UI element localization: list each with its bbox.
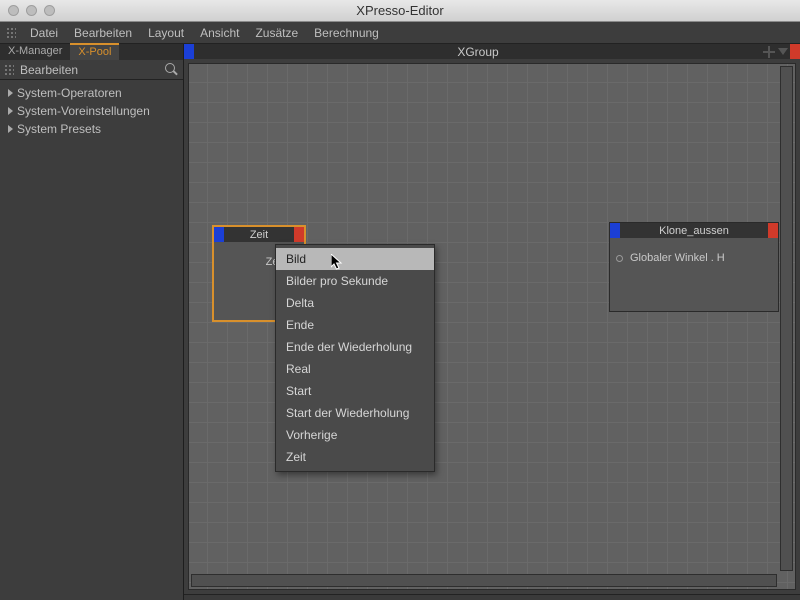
context-menu-item[interactable]: Real [276, 358, 434, 380]
context-menu-item[interactable]: Delta [276, 292, 434, 314]
menu-item[interactable]: Berechnung [306, 23, 387, 43]
context-menu-item[interactable]: Bild [276, 248, 434, 270]
node-input-bar[interactable] [610, 223, 620, 238]
window-title: XPresso-Editor [0, 3, 800, 18]
bottom-strip [184, 594, 800, 600]
menubar: DateiBearbeitenLayoutAnsichtZusätzeBerec… [0, 22, 800, 44]
node-output-bar[interactable] [768, 223, 778, 238]
node-output-bar[interactable] [294, 227, 304, 242]
context-menu-item[interactable]: Zeit [276, 446, 434, 468]
vertical-scrollbar[interactable] [780, 66, 793, 571]
context-menu-item[interactable]: Vorherige [276, 424, 434, 446]
node-input-bar[interactable] [214, 227, 224, 242]
node-title: Klone_aussen [620, 225, 768, 237]
sidebar-tabs: X-Manager X-Pool [0, 44, 183, 60]
caret-right-icon[interactable] [8, 89, 13, 97]
tree-item-label: System-Operatoren [17, 86, 122, 100]
context-menu-item[interactable]: Bilder pro Sekunde [276, 270, 434, 292]
node-title: Zeit [224, 229, 294, 241]
sidebar-tree: System-Operatoren System-Voreinstellungen… [0, 80, 183, 142]
context-menu: BildBilder pro SekundeDeltaEndeEnde der … [275, 244, 435, 472]
grip-icon [6, 27, 16, 39]
caret-right-icon[interactable] [8, 107, 13, 115]
tab-x-manager[interactable]: X-Manager [0, 44, 70, 60]
tree-item[interactable]: System-Voreinstellungen [4, 102, 179, 120]
context-menu-item[interactable]: Start der Wiederholung [276, 402, 434, 424]
group-output-port[interactable] [790, 44, 800, 59]
sidebar-toolbar: Bearbeiten [0, 60, 183, 80]
node-header[interactable]: Klone_aussen [610, 223, 778, 238]
node-header[interactable]: Zeit [214, 227, 304, 242]
group-title: XGroup [194, 45, 762, 59]
node-canvas[interactable]: Zeit Zeit Klone_aussen [188, 63, 796, 590]
tree-item-label: System Presets [17, 122, 101, 136]
context-menu-item[interactable]: Ende [276, 314, 434, 336]
sidebar-toolbar-menu[interactable]: Bearbeiten [18, 63, 165, 77]
node-klone-aussen[interactable]: Klone_aussen Globaler Winkel . H [609, 222, 779, 312]
grip-icon [4, 64, 14, 76]
tree-item[interactable]: System-Operatoren [4, 84, 179, 102]
chevron-down-icon[interactable] [778, 48, 788, 55]
menu-item[interactable]: Datei [22, 23, 66, 43]
tree-item[interactable]: System Presets [4, 120, 179, 138]
context-menu-item[interactable]: Ende der Wiederholung [276, 336, 434, 358]
tree-item-label: System-Voreinstellungen [17, 104, 150, 118]
tab-x-pool[interactable]: X-Pool [70, 43, 119, 60]
port-label: Globaler Winkel . H [630, 252, 725, 264]
move-icon[interactable] [762, 45, 776, 59]
menu-item[interactable]: Zusätze [247, 23, 306, 43]
context-menu-item[interactable]: Start [276, 380, 434, 402]
menu-item[interactable]: Layout [140, 23, 192, 43]
menu-item[interactable]: Ansicht [192, 23, 247, 43]
caret-right-icon[interactable] [8, 125, 13, 133]
sidebar: X-Manager X-Pool Bearbeiten System-Opera… [0, 44, 184, 600]
port-dot-icon[interactable] [616, 255, 623, 262]
horizontal-scrollbar[interactable] [191, 574, 777, 587]
search-icon[interactable] [165, 63, 179, 77]
titlebar: XPresso-Editor [0, 0, 800, 22]
graph-panel: XGroup Zeit Zeit [184, 44, 800, 600]
group-header[interactable]: XGroup [184, 44, 800, 59]
group-input-port[interactable] [184, 44, 194, 59]
input-port-row[interactable]: Globaler Winkel . H [616, 246, 772, 270]
menu-item[interactable]: Bearbeiten [66, 23, 140, 43]
tab-spacer [119, 44, 183, 60]
